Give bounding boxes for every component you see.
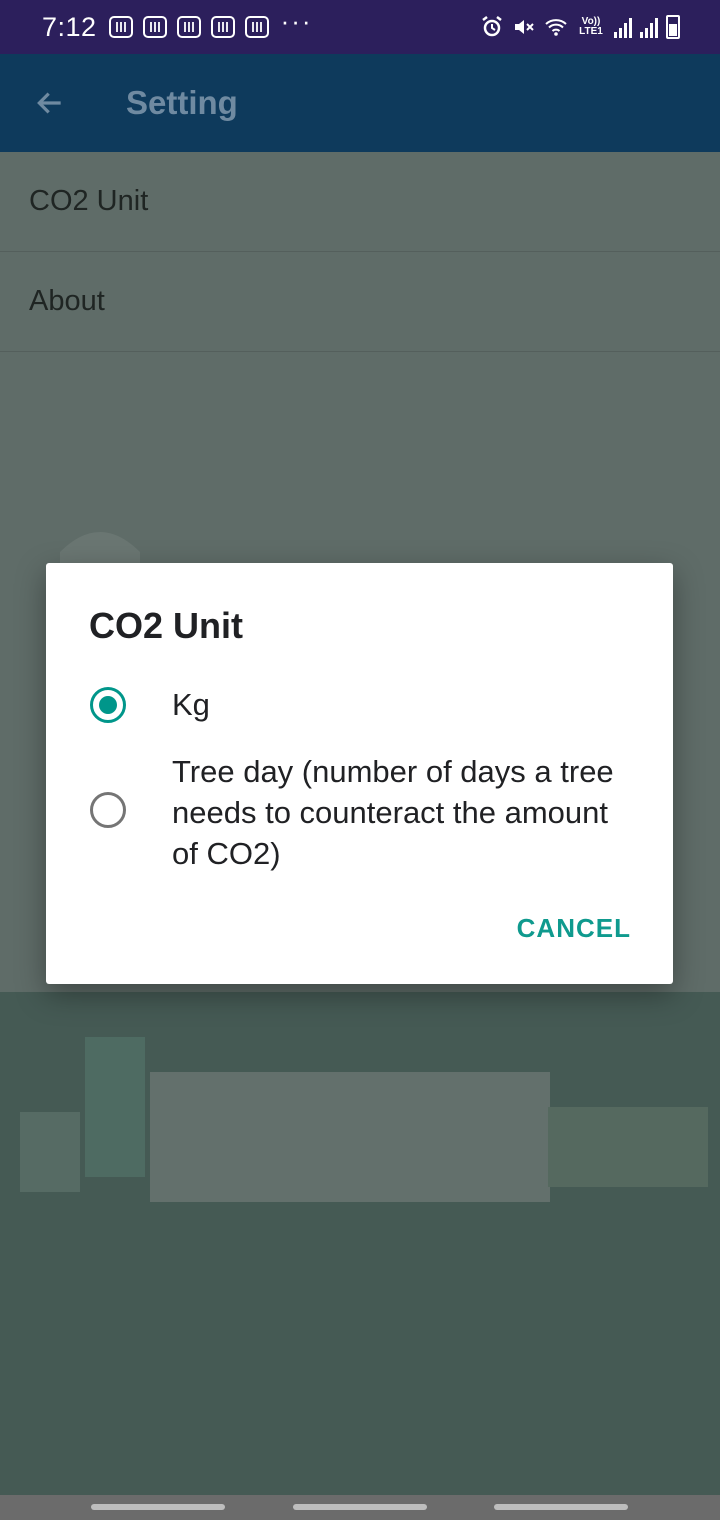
back-button[interactable] [20,73,80,133]
option-kg-label: Kg [172,687,210,722]
wifi-icon [545,19,567,36]
co2-unit-dialog: CO2 Unit Kg Tree day (number of days a t… [46,563,673,984]
lte-indicator: Vo)) LTE1 [579,16,603,37]
system-icons: Vo)) LTE1 [480,15,680,39]
cancel-button[interactable]: CANCEL [517,913,631,944]
option-tree-day[interactable]: Tree day (number of days a tree needs to… [46,751,673,875]
alarm-icon [482,16,502,37]
nav-home-pill[interactable] [293,1504,427,1510]
signal-icon [640,16,658,38]
radio-kg[interactable] [90,687,126,723]
app-notification-icon [142,16,167,38]
settings-item-about[interactable]: About [0,252,720,352]
battery-icon [666,15,680,39]
signal-icon [614,16,632,38]
mute-icon [515,20,534,34]
option-kg[interactable]: Kg [46,680,673,730]
settings-list: CO2 Unit About [0,152,720,352]
app-bar: Setting [0,54,720,152]
nav-recent-pill[interactable] [91,1504,225,1510]
nav-back-pill[interactable] [494,1504,628,1510]
more-notifications-icon: ··· [280,6,313,36]
app-notification-icon [176,16,201,38]
notification-icons [108,16,269,38]
page-title: Setting [126,84,238,121]
option-tree-day-label: Tree day (number of days a tree needs to… [172,754,614,871]
navigation-bar [0,1495,720,1520]
status-bar: 7:12 ··· Vo)) LTE1 [0,0,720,54]
radio-tree-day[interactable] [90,792,126,828]
settings-item-co2-unit[interactable]: CO2 Unit [0,152,720,252]
app-notification-icon [244,16,269,38]
app-notification-icon [210,16,235,38]
arrow-left-icon [37,92,61,114]
status-time: 7:12 [42,11,97,42]
app-notification-icon [108,16,133,38]
dialog-title: CO2 Unit [89,605,244,646]
